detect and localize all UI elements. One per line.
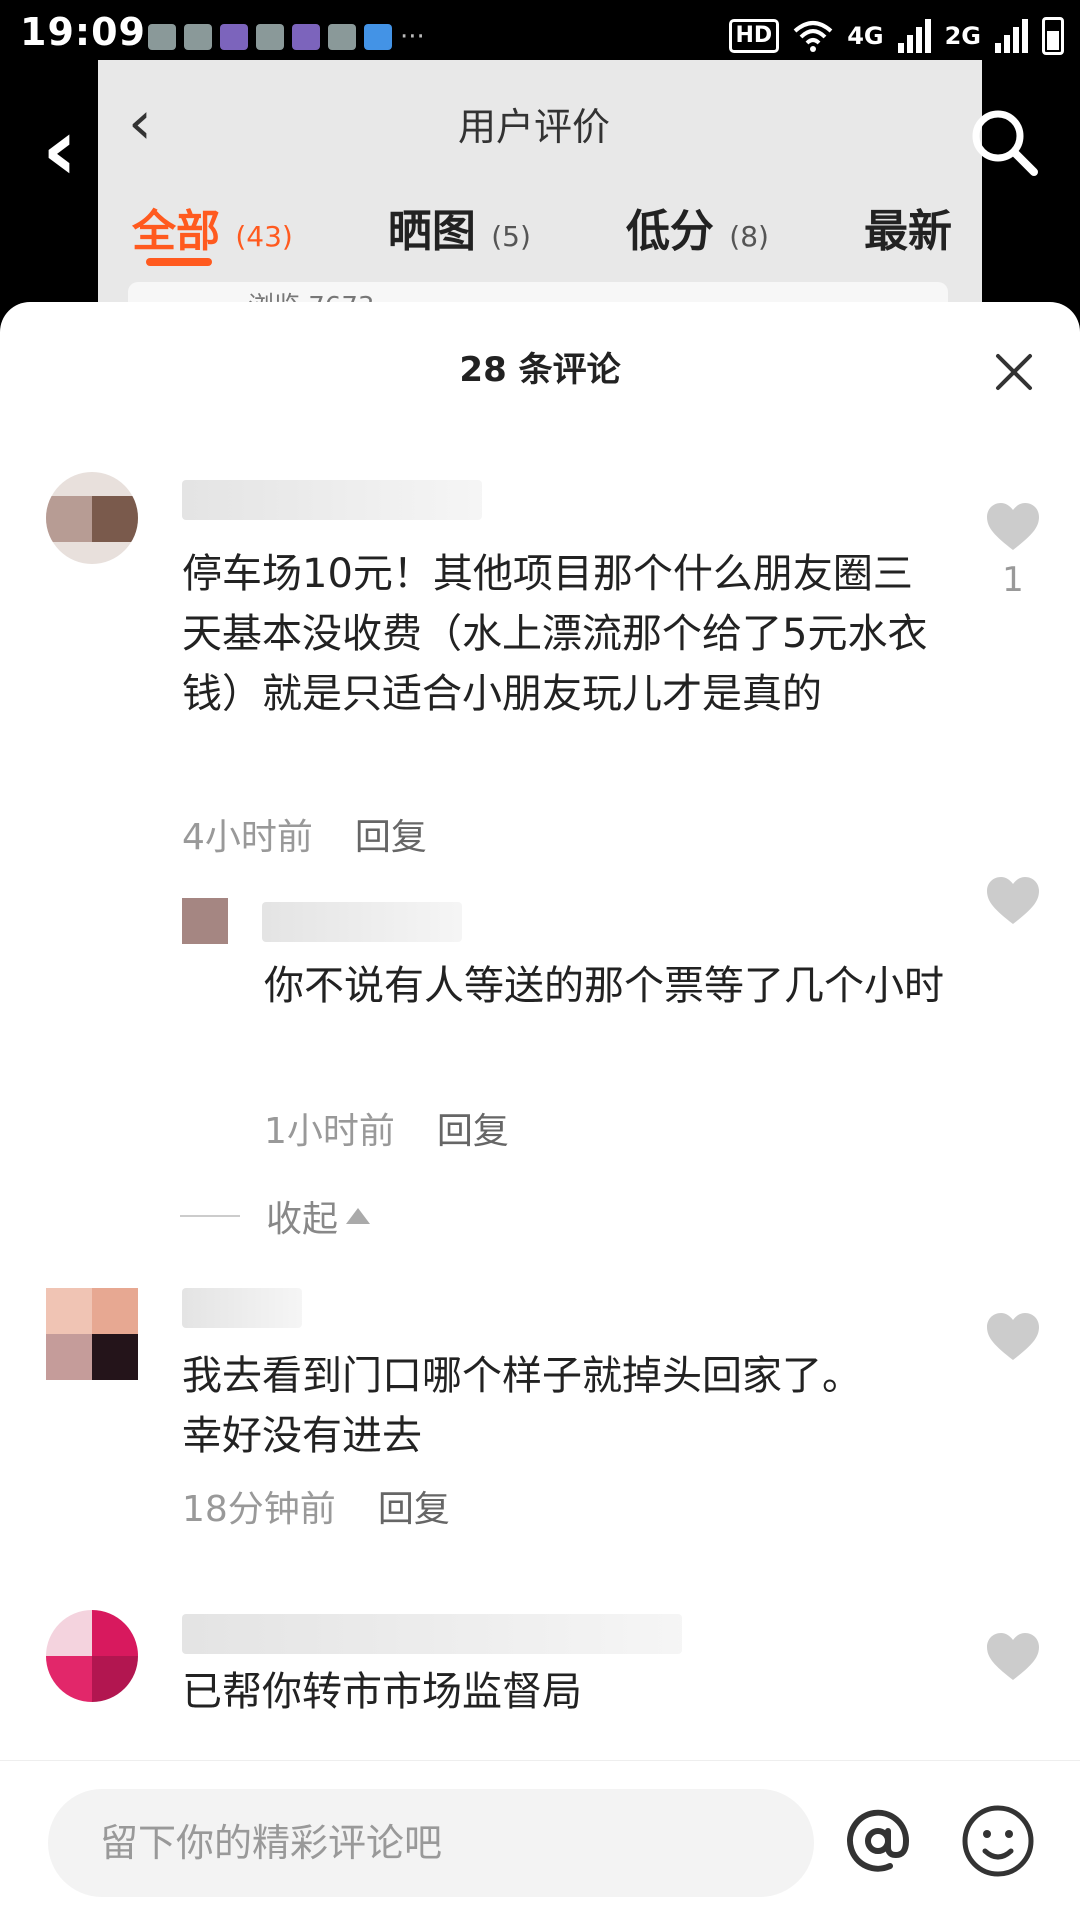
video-background: ‹ 用户评价 全部 (43) 晒图 (5) 低分 (8) 最新 浏览 7673 … [0, 60, 1080, 342]
notification-icon [256, 24, 284, 50]
comment-meta: 4小时前 回复 [182, 808, 427, 860]
comment-meta: 1小时前 回复 [264, 1102, 509, 1154]
signal-icon [897, 19, 931, 53]
inner-tab-all: 全部 (43) [132, 206, 293, 257]
comment-time: 4小时前 [182, 817, 313, 858]
reply-button[interactable]: 回复 [355, 817, 427, 858]
username-blurred[interactable] [182, 1614, 682, 1654]
inner-tab-bar: 全部 (43) 晒图 (5) 低分 (8) 最新 [132, 195, 952, 259]
like-button[interactable]: 1 [984, 502, 1042, 600]
hd-icon: HD [728, 19, 780, 53]
more-notifications-icon: ··· [400, 22, 425, 52]
notification-icon [184, 24, 212, 50]
system-icons: HD 4G 2G [728, 12, 1064, 60]
comment-input[interactable] [48, 1789, 814, 1897]
notification-icon [328, 24, 356, 50]
network-type-1: 4G [847, 22, 884, 50]
comment-input-bar [0, 1760, 1080, 1920]
collapse-replies[interactable]: 收起 [180, 1190, 371, 1242]
reply-item: 你不说有人等送的那个票等了几个小时 1小时前 回复 [0, 877, 1080, 1152]
inner-tab-indicator [146, 258, 212, 266]
inner-tab-photos: 晒图 (5) [387, 206, 531, 257]
username-blurred[interactable] [182, 1288, 302, 1328]
battery-icon [1042, 17, 1064, 55]
inner-back-icon: ‹ [128, 88, 152, 158]
heart-icon [987, 1313, 1039, 1360]
avatar[interactable] [46, 472, 138, 564]
notification-icon [364, 24, 392, 50]
like-button[interactable] [984, 876, 1042, 926]
username-blurred[interactable] [182, 480, 482, 520]
close-icon[interactable] [994, 352, 1034, 392]
notification-icons: ··· [148, 18, 425, 56]
heart-icon [987, 1633, 1039, 1680]
avatar[interactable] [46, 1288, 138, 1380]
wifi-icon [793, 21, 833, 52]
avatar[interactable] [46, 1610, 138, 1702]
divider-line [180, 1215, 240, 1217]
inner-tab-latest: 最新 [864, 206, 952, 257]
avatar[interactable] [182, 898, 228, 944]
back-icon[interactable]: ‹ [42, 100, 77, 200]
collapse-label: 收起 [266, 1199, 339, 1240]
inner-page-title: 用户评价 [458, 105, 611, 149]
reply-button[interactable]: 回复 [378, 1489, 450, 1530]
heart-icon [987, 877, 1039, 924]
username-blurred[interactable] [262, 902, 462, 942]
emoji-icon[interactable] [958, 1801, 1038, 1881]
comment-text: 你不说有人等送的那个票等了几个小时 [264, 963, 944, 1009]
comment-time: 18分钟前 [182, 1489, 336, 1530]
notification-icon [220, 24, 248, 50]
embedded-screenshot: ‹ 用户评价 全部 (43) 晒图 (5) 低分 (8) 最新 浏览 7673 [98, 60, 982, 342]
comment-time: 1小时前 [264, 1111, 395, 1152]
heart-icon [987, 503, 1039, 550]
network-type-2: 2G [944, 22, 981, 50]
collapse-up-icon [346, 1208, 371, 1224]
comment-item: 我去看到门口哪个样子就掉头回家了。幸好没有进去 18分钟前 回复 [0, 1288, 1080, 1548]
signal-icon-2 [995, 19, 1028, 53]
comments-sheet: 28 条评论 停车场10元！其他项目那个什么朋友圈三天基本没收费（水上漂流那个给… [0, 302, 1080, 1920]
status-time: 19:09 [20, 10, 146, 54]
comment-text: 已帮你转市市场监督局 [182, 1669, 582, 1715]
comment-text: 我去看到门口哪个样子就掉头回家了。幸好没有进去 [182, 1353, 862, 1459]
comment-item: 已帮你转市市场监督局 [0, 1610, 1080, 1750]
search-icon[interactable] [968, 106, 1040, 178]
at-icon[interactable] [838, 1801, 918, 1881]
reply-button[interactable]: 回复 [437, 1111, 509, 1152]
comments-count-title: 28 条评论 [459, 350, 621, 390]
notification-icon [292, 24, 320, 50]
comment-meta: 18分钟前 回复 [182, 1480, 450, 1532]
notification-icon [148, 24, 176, 50]
like-button[interactable] [984, 1312, 1042, 1362]
like-count: 1 [1002, 560, 1024, 600]
like-button[interactable] [984, 1632, 1042, 1682]
comment-text: 停车场10元！其他项目那个什么朋友圈三天基本没收费（水上漂流那个给了5元水衣钱）… [182, 551, 928, 717]
inner-tab-low-score: 低分 (8) [625, 206, 769, 257]
